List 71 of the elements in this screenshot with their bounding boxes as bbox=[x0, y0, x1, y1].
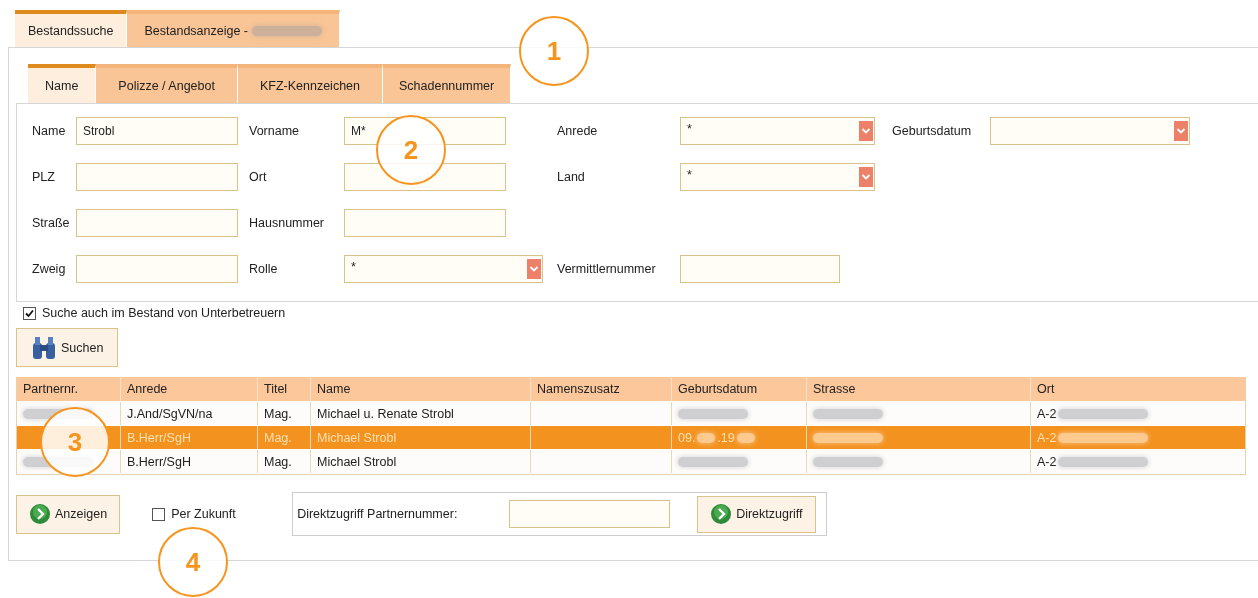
field-label: Vermittlernummer bbox=[557, 262, 657, 276]
tab[interactable]: Polizze / Angebot bbox=[96, 64, 238, 103]
cell-text: Michael Strobl bbox=[317, 430, 397, 445]
field-label: Name bbox=[32, 124, 67, 138]
cell-text: B.Herr/SgH bbox=[127, 454, 191, 469]
input-field[interactable] bbox=[76, 209, 238, 237]
input-field[interactable]: Strobl bbox=[76, 117, 238, 145]
callout-badge: 1 bbox=[519, 16, 589, 86]
direct-access-button[interactable]: Direktzugriff bbox=[697, 495, 816, 533]
show-button[interactable]: Anzeigen bbox=[16, 494, 121, 534]
field-label: Hausnummer bbox=[249, 216, 326, 230]
cell-text: Mag. bbox=[264, 430, 292, 445]
input-field[interactable] bbox=[76, 163, 238, 191]
checkbox-label: Suche auch im Bestand von Unterbetreuern bbox=[42, 306, 286, 320]
search-button[interactable]: Suchen bbox=[16, 328, 119, 367]
cell-text: B.Herr/SgH bbox=[127, 430, 191, 445]
field-label: Geburtsdatum bbox=[892, 124, 973, 138]
cell-text: 09. bbox=[678, 430, 696, 445]
field-label: Straße bbox=[32, 216, 71, 230]
table-row[interactable]: J.And/SgVN/na Mag. Michael u. Renate Strobl A-2 bbox=[17, 402, 1245, 426]
field-label: Rolle bbox=[249, 262, 279, 276]
column-header: Geburtsdatum bbox=[671, 377, 806, 401]
chevron-down-icon bbox=[859, 167, 873, 187]
field-label: Zweig bbox=[32, 262, 67, 276]
arrow-right-icon bbox=[29, 503, 51, 525]
cell-text: Michael u. Renate Strobl bbox=[317, 406, 454, 421]
cell-text: .19 bbox=[717, 430, 735, 445]
dropdown[interactable] bbox=[990, 117, 1190, 145]
dropdown[interactable]: * bbox=[680, 117, 875, 145]
tab[interactable]: Bestandsanzeige - bbox=[127, 10, 341, 47]
cell-text: A-2 bbox=[1037, 406, 1057, 421]
table-row[interactable]: B.Herr/SgH Mag. Michael Strobl A-2 bbox=[17, 450, 1245, 474]
dropdown[interactable]: * bbox=[680, 163, 875, 191]
checkbox-label: Per Zukunft bbox=[171, 507, 236, 521]
column-header: Namenszusatz bbox=[530, 377, 671, 401]
input-field[interactable] bbox=[76, 255, 238, 283]
column-header: Titel bbox=[257, 377, 310, 401]
tab[interactable]: Bestandssuche bbox=[15, 10, 128, 47]
blurred-text bbox=[252, 25, 323, 36]
column-header: Anrede bbox=[120, 377, 257, 401]
cell-text: J.And/SgVN/na bbox=[127, 406, 213, 421]
cell-text: Mag. bbox=[264, 454, 292, 469]
cell-text: Michael Strobl bbox=[317, 454, 397, 469]
column-header: Strasse bbox=[806, 377, 1030, 401]
binoculars-icon bbox=[31, 335, 57, 360]
field-label: Anrede bbox=[557, 124, 599, 138]
field-label: Land bbox=[557, 170, 586, 184]
callout-badge: 4 bbox=[158, 527, 228, 597]
input-field[interactable] bbox=[509, 500, 671, 528]
field-label: Direktzugriff Partnernummer: bbox=[297, 507, 459, 521]
column-header: Ort bbox=[1030, 377, 1245, 401]
cell-text: Mag. bbox=[264, 406, 292, 421]
tab[interactable]: Schadennummer bbox=[383, 64, 512, 103]
field-label: Vorname bbox=[249, 124, 301, 138]
chevron-down-icon bbox=[1174, 121, 1188, 141]
field-label: PLZ bbox=[32, 170, 56, 184]
dropdown[interactable]: * bbox=[344, 255, 543, 283]
arrow-right-icon bbox=[710, 503, 733, 525]
input-field[interactable] bbox=[344, 209, 506, 237]
cell-text: A-2 bbox=[1037, 454, 1057, 469]
field-label: Ort bbox=[249, 170, 268, 184]
checkbox[interactable] bbox=[152, 507, 166, 521]
tab[interactable]: Name bbox=[28, 64, 97, 103]
column-header: Partnernr. bbox=[22, 381, 79, 398]
checkbox[interactable] bbox=[23, 306, 36, 320]
chevron-down-icon bbox=[859, 121, 873, 141]
input-field[interactable] bbox=[680, 255, 840, 283]
cell-text: A-2 bbox=[1037, 430, 1057, 445]
chevron-down-icon bbox=[527, 259, 541, 279]
column-header: Name bbox=[310, 377, 530, 401]
tab[interactable]: KFZ-Kennzeichen bbox=[237, 64, 383, 103]
